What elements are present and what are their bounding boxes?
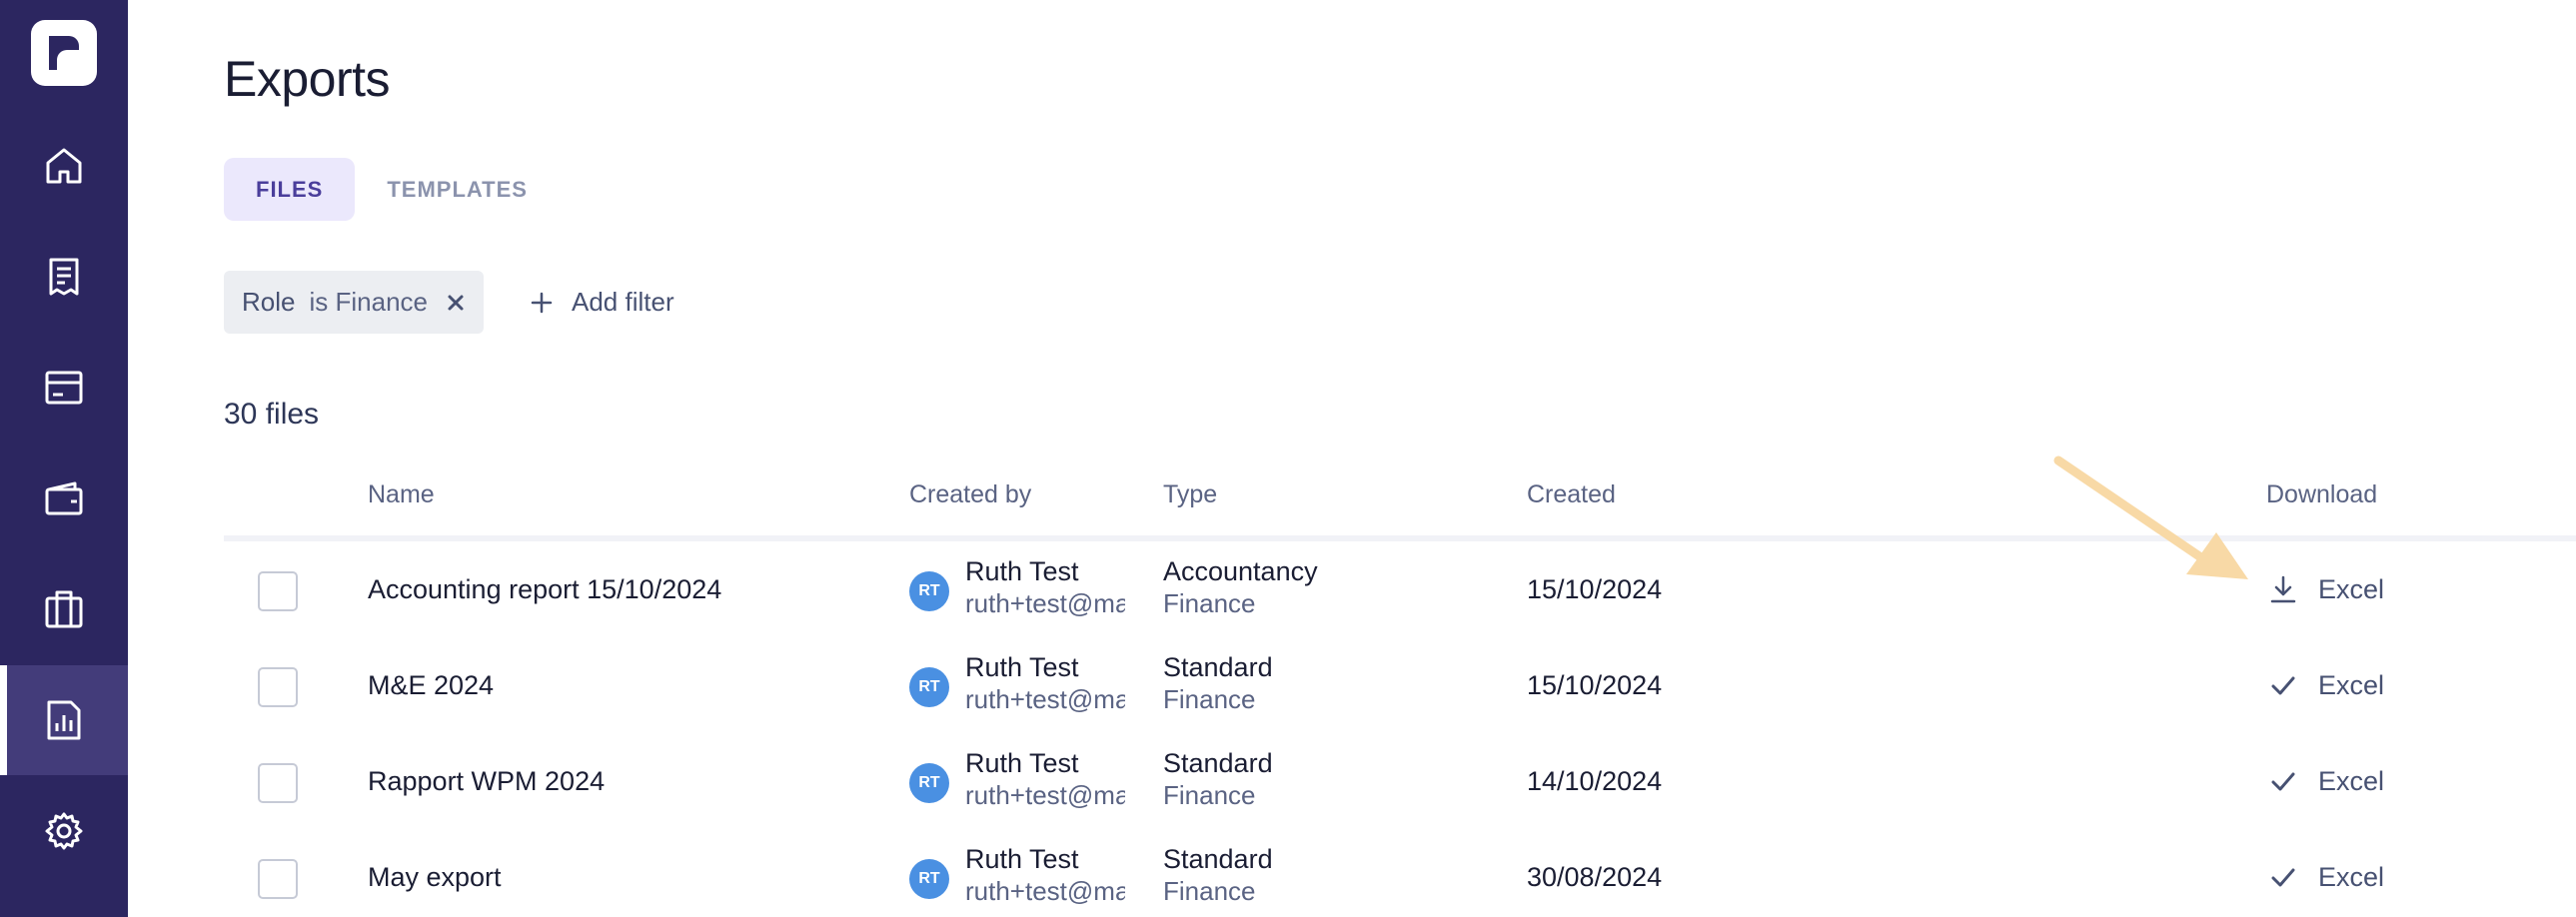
created-date: 14/10/2024 (1527, 765, 1663, 796)
tab-templates[interactable]: TEMPLATES (371, 158, 560, 221)
tab-bar: FILES TEMPLATES (224, 158, 560, 221)
download-excel-button[interactable]: Excel (2268, 733, 2384, 829)
app-logo[interactable] (31, 20, 97, 86)
row-checkbox[interactable] (258, 571, 298, 611)
creator-cell: Ruth Test ruth+test@mail.com (965, 843, 1125, 907)
file-name[interactable]: Rapport WPM 2024 (368, 733, 605, 829)
download-excel-button[interactable]: Excel (2268, 637, 2384, 733)
avatar: RT (909, 571, 949, 611)
page-title: Exports (224, 51, 391, 107)
creator-email: ruth+test@mail.com (965, 684, 1125, 714)
close-icon[interactable] (446, 293, 466, 313)
type-role: Finance (1163, 876, 1256, 906)
type-role: Finance (1163, 684, 1256, 714)
plus-icon (531, 292, 553, 313)
sidebar-item-company[interactable] (0, 554, 128, 664)
creator-cell: Ruth Test ruth+test@mail.com (965, 747, 1125, 811)
sidebar-item-cards[interactable] (0, 333, 128, 443)
created-date: 30/08/2024 (1527, 861, 1663, 892)
avatar: RT (909, 859, 949, 899)
column-header-created-by[interactable]: Created by (909, 469, 1031, 519)
table-row: May export RT Ruth Test ruth+test@mail.c… (224, 829, 2576, 917)
download-icon (2270, 575, 2296, 603)
wallet-icon (45, 481, 83, 515)
sidebar-item-home[interactable] (0, 111, 128, 221)
add-filter-label: Add filter (572, 287, 674, 317)
download-label: Excel (2318, 669, 2385, 700)
card-icon (45, 371, 83, 405)
type-role: Finance (1163, 780, 1256, 810)
sidebar-item-settings[interactable] (0, 776, 128, 886)
filter-clause: is Finance (309, 287, 428, 317)
sidebar-item-expenses[interactable] (0, 222, 128, 332)
avatar: RT (909, 763, 949, 803)
creator-cell: Ruth Test ruth+test@mail.com (965, 651, 1125, 715)
creator-email: ruth+test@mail.com (965, 588, 1125, 618)
pointer-arrow-icon (2053, 456, 2248, 579)
receipt-icon (49, 258, 79, 296)
row-checkbox[interactable] (258, 667, 298, 707)
check-icon (2271, 772, 2295, 791)
type-role: Finance (1163, 588, 1256, 618)
type-name: Accountancy (1163, 556, 1318, 586)
creator-name: Ruth Test (965, 748, 1079, 778)
creator-cell: Ruth Test ruth+test@mail.com (965, 555, 1125, 619)
type-name: Standard (1163, 652, 1273, 682)
column-header-created[interactable]: Created (1527, 469, 1616, 519)
check-icon (2271, 676, 2295, 695)
building-icon (45, 590, 83, 628)
creator-name: Ruth Test (965, 556, 1079, 586)
tab-files[interactable]: FILES (224, 158, 356, 221)
column-header-type[interactable]: Type (1163, 469, 1217, 519)
table-row: M&E 2024 RT Ruth Test ruth+test@mail.com… (224, 637, 2576, 733)
download-excel-button[interactable]: Excel (2268, 829, 2384, 917)
file-name[interactable]: Accounting report 15/10/2024 (368, 541, 721, 637)
download-label: Excel (2318, 861, 2385, 892)
gear-icon (45, 812, 83, 850)
download-label: Excel (2318, 765, 2385, 796)
column-header-name[interactable]: Name (368, 469, 435, 519)
download-label: Excel (2318, 573, 2385, 604)
file-name[interactable]: May export (368, 829, 502, 917)
creator-email: ruth+test@mail.com (965, 876, 1125, 906)
filter-field: Role (242, 287, 296, 317)
creator-email: ruth+test@mail.com (965, 780, 1125, 810)
row-checkbox[interactable] (258, 859, 298, 899)
type-cell: Standard Finance (1163, 843, 1273, 907)
download-excel-button[interactable]: Excel (2268, 541, 2384, 637)
sidebar (0, 0, 128, 917)
file-name[interactable]: M&E 2024 (368, 637, 494, 733)
type-name: Standard (1163, 748, 1273, 778)
column-header-download: Download (2266, 479, 2378, 508)
type-cell: Standard Finance (1163, 747, 1273, 811)
table-row: Rapport WPM 2024 RT Ruth Test ruth+test@… (224, 733, 2576, 829)
type-cell: Standard Finance (1163, 651, 1273, 715)
add-filter-button[interactable]: Add filter (530, 271, 674, 334)
creator-name: Ruth Test (965, 652, 1079, 682)
check-icon (2271, 868, 2295, 887)
file-count: 30 files (224, 398, 320, 431)
creator-name: Ruth Test (965, 844, 1079, 874)
type-cell: Accountancy Finance (1163, 555, 1318, 619)
report-chart-icon (47, 700, 81, 740)
sidebar-item-wallet[interactable] (0, 444, 128, 553)
home-icon (46, 148, 82, 184)
row-checkbox[interactable] (258, 763, 298, 803)
created-date: 15/10/2024 (1527, 573, 1663, 604)
filter-chip-role[interactable]: Role is Finance (224, 271, 484, 334)
avatar: RT (909, 667, 949, 707)
created-date: 15/10/2024 (1527, 669, 1663, 700)
sidebar-item-reports[interactable] (0, 665, 128, 775)
type-name: Standard (1163, 844, 1273, 874)
